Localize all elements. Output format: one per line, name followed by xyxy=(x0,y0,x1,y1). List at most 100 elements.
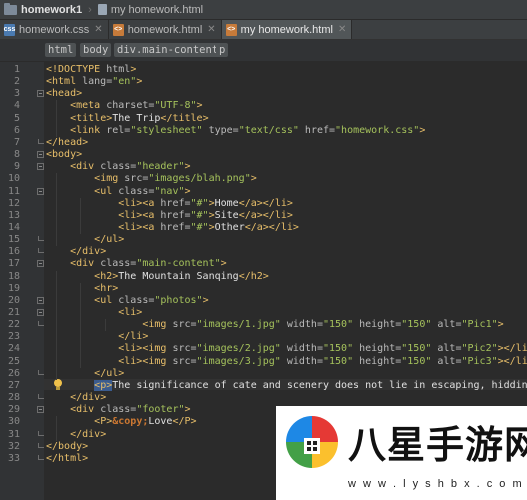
code-line[interactable]: </body> xyxy=(46,441,88,452)
code-line[interactable]: </div> xyxy=(46,246,106,257)
code-token: <body> xyxy=(46,149,83,161)
fold-close-icon[interactable] xyxy=(38,248,44,254)
code-line[interactable]: </html> xyxy=(46,453,88,464)
code-token: class= xyxy=(100,258,137,270)
code-line[interactable]: <ul class="photos"> xyxy=(46,295,208,306)
code-token: "150" xyxy=(322,355,354,367)
nav-project[interactable]: homework1 xyxy=(0,2,86,16)
code-line[interactable]: <li> xyxy=(46,307,142,318)
close-icon[interactable]: ✕ xyxy=(338,24,346,35)
tag-crumb-div-main-content[interactable]: div.main-content xyxy=(114,43,222,57)
code-line[interactable]: <li><img src="images/3.jpg" width="150" … xyxy=(46,356,527,367)
code-line[interactable]: <li><img src="images/2.jpg" width="150" … xyxy=(46,343,527,354)
tab-homework-html[interactable]: <> homework.html ✕ xyxy=(109,20,222,39)
code-token: <img xyxy=(142,319,173,331)
close-icon[interactable]: ✕ xyxy=(207,24,215,35)
code-line[interactable]: <body> xyxy=(46,149,82,160)
code-token: ></li> xyxy=(497,355,527,367)
code-token: </a></li> xyxy=(244,221,299,233)
code-line[interactable]: </ul> xyxy=(46,234,124,245)
nav-project-label: homework1 xyxy=(21,3,83,16)
fold-close-icon[interactable] xyxy=(38,442,44,448)
fold-open-icon[interactable] xyxy=(37,163,44,171)
tab-my-homework-html[interactable]: <> my homework.html ✕ xyxy=(221,20,353,39)
code-line[interactable]: </li> xyxy=(46,331,148,342)
navigation-bar: homework1 › my homework.html xyxy=(0,0,527,20)
code-token: > xyxy=(136,76,143,88)
fold-open-icon[interactable] xyxy=(37,406,44,414)
code-token: "150" xyxy=(401,319,432,331)
close-icon[interactable]: ✕ xyxy=(94,24,102,35)
code-line[interactable]: </div> xyxy=(46,429,106,440)
code-line[interactable]: <div class="header"> xyxy=(46,161,190,172)
code-line[interactable]: <ul class="nav"> xyxy=(46,185,190,197)
code-line[interactable]: <html lang="en"> xyxy=(46,76,142,87)
fold-open-icon[interactable] xyxy=(37,309,44,316)
code-line[interactable]: </ul> xyxy=(46,368,124,379)
line-number-gutter[interactable]: 1 2 3 4 5 6 7 8 9 10 11 12 13 14 15 16 17 18 19 20 21 22 23 24 2… xyxy=(0,62,44,500)
code-line[interactable]: </div> xyxy=(46,392,106,403)
fold-open-icon[interactable] xyxy=(37,296,44,304)
watermark: 八星手游网 w w w . l y s h b x . c o m xyxy=(276,406,527,500)
fold-close-icon[interactable] xyxy=(38,138,44,144)
code-line[interactable]: <title>The Trip</title> xyxy=(46,113,209,124)
code-token: <li><img xyxy=(118,355,173,367)
code-line[interactable]: <div class="main-content"> xyxy=(46,258,227,269)
tag-crumb-body[interactable]: body xyxy=(80,43,112,57)
code-token: "#" xyxy=(190,221,209,233)
fold-open-icon[interactable] xyxy=(37,260,44,268)
code-line[interactable]: <img src="images/1.jpg" width="150" heig… xyxy=(46,319,503,331)
code-line[interactable]: <link rel="stylesheet" type="text/css" h… xyxy=(46,125,425,136)
fold-close-icon[interactable] xyxy=(38,454,44,460)
code-line[interactable]: <!DOCTYPE html> xyxy=(46,64,136,75)
fold-close-icon[interactable] xyxy=(38,369,44,375)
fold-close-icon[interactable] xyxy=(38,236,44,242)
code-token: width= xyxy=(280,355,323,367)
fold-open-icon[interactable] xyxy=(37,90,44,98)
code-line[interactable]: <hr> xyxy=(46,283,118,294)
fold-open-icon[interactable] xyxy=(37,151,44,159)
code-token: </P> xyxy=(172,416,197,428)
code-token: href= xyxy=(160,221,191,233)
code-token: "text/css" xyxy=(238,124,299,136)
code-line[interactable]: <li><a href="#">Site</a></li> xyxy=(46,210,293,221)
code-token: The Trip xyxy=(112,112,161,124)
code-token: href= xyxy=(160,209,191,221)
tag-crumb-p[interactable]: p xyxy=(216,43,229,57)
fold-close-icon[interactable] xyxy=(38,321,44,327)
code-token: "Pic1" xyxy=(461,319,498,331)
code-line[interactable]: <p>The significance of cate and scenery … xyxy=(46,379,527,391)
code-token: "footer" xyxy=(136,404,185,416)
fold-close-icon[interactable] xyxy=(38,430,44,436)
line-number: 15 xyxy=(7,234,20,246)
code-token: ></li> xyxy=(497,343,527,355)
code-line[interactable]: <meta charset="UTF-8"> xyxy=(46,100,202,111)
code-line[interactable]: <P>&copy;Love</P> xyxy=(46,416,197,428)
nav-file[interactable]: my homework.html xyxy=(94,4,207,16)
code-token: "Pic3" xyxy=(461,355,498,367)
code-token: "150" xyxy=(401,343,432,355)
code-line[interactable]: <li><a href="#">Home</a></li> xyxy=(46,198,293,209)
code-token: <html xyxy=(46,76,83,88)
code-line[interactable]: <head> xyxy=(46,88,82,99)
code-token: src= xyxy=(172,319,197,331)
code-token: class= xyxy=(118,185,155,197)
code-token: "150" xyxy=(322,343,354,355)
line-number: 8 xyxy=(13,149,20,161)
code-line[interactable]: <img src="images/blah.png"> xyxy=(46,173,257,184)
code-token: <div xyxy=(70,404,101,416)
code-token: </body> xyxy=(46,440,89,452)
code-token: "Pic2" xyxy=(461,343,498,355)
fold-close-icon[interactable] xyxy=(38,394,44,400)
fold-open-icon[interactable] xyxy=(37,187,44,195)
code-line[interactable]: <li><a href="#">Other</a></li> xyxy=(46,222,299,233)
code-line[interactable]: </head> xyxy=(46,137,88,148)
code-token: "150" xyxy=(401,355,432,367)
code-line[interactable]: <h2>The Mountain Sanqing</h2> xyxy=(46,271,269,282)
tag-crumb-html[interactable]: html xyxy=(45,43,77,57)
tab-homework-css[interactable]: css homework.css ✕ xyxy=(0,20,109,39)
code-line[interactable]: <div class="footer"> xyxy=(46,404,190,416)
line-number: 32 xyxy=(7,440,20,452)
